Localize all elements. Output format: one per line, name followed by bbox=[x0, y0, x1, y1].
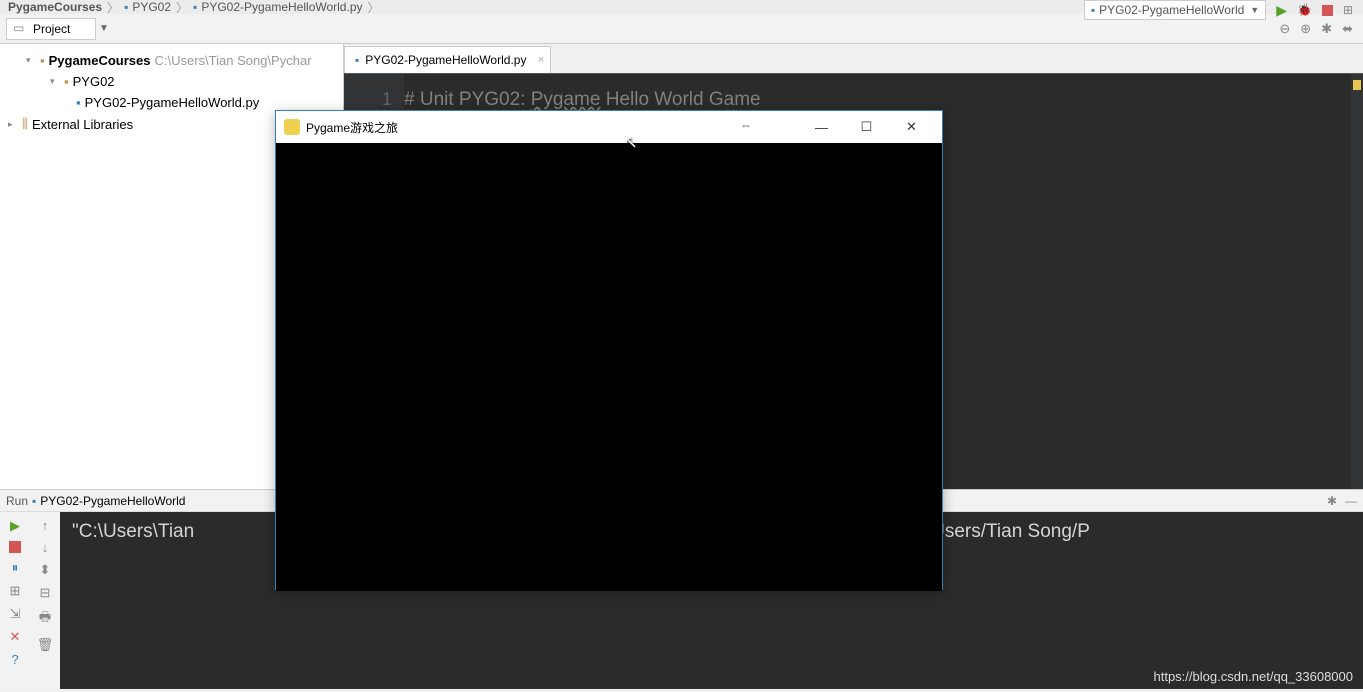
project-view-selector[interactable]: Project bbox=[6, 18, 96, 40]
help-icon[interactable]: ? bbox=[11, 652, 18, 667]
breadcrumb-bar: PygameCourses 〉 ▪ PYG02 〉 ▪ PYG02-Pygame… bbox=[0, 0, 1363, 14]
scroll-icon[interactable]: ⊟ bbox=[40, 585, 51, 601]
wrap-icon[interactable]: ⬍ bbox=[40, 562, 51, 578]
breadcrumb-sep: 〉 bbox=[176, 0, 188, 16]
breadcrumb-mid[interactable]: PYG02 bbox=[132, 0, 171, 14]
tree-project-root[interactable]: ▾ ▪ PygameCourses C:\Users\Tian Song\Pyc… bbox=[0, 50, 343, 71]
run-button-icon[interactable]: ▶ bbox=[1276, 2, 1287, 19]
rerun-icon[interactable]: ▶ bbox=[10, 518, 20, 534]
editor-marker-bar[interactable] bbox=[1351, 74, 1363, 489]
stop-button-icon[interactable] bbox=[1322, 5, 1333, 16]
run-config-dropdown[interactable]: ▪ PYG02-PygameHelloWorld ▼ bbox=[1084, 0, 1266, 20]
pygame-canvas[interactable] bbox=[276, 143, 942, 591]
debug-button-icon[interactable]: 🐞 bbox=[1297, 3, 1312, 17]
pin-icon[interactable]: ⇲ bbox=[10, 606, 21, 622]
expand-arrow-icon[interactable]: ▾ bbox=[26, 55, 36, 66]
expand-arrow-icon[interactable]: ▸ bbox=[8, 119, 18, 130]
python-file-icon: ▪ bbox=[355, 53, 359, 67]
python-file-icon: ▪ bbox=[193, 0, 197, 14]
breadcrumb-file[interactable]: PYG02-PygameHelloWorld.py bbox=[201, 0, 362, 14]
run-label: Run bbox=[6, 494, 28, 508]
run-gutter: ▶ ⏸ ⊞ ⇲ ✕ ? ↑ ↓ ⬍ ⊟ 🖶 🗑 bbox=[0, 512, 60, 689]
breadcrumb-sep: 〉 bbox=[107, 0, 119, 16]
project-folder-icon: ▪ bbox=[40, 53, 45, 68]
breadcrumb-sep: 〉 bbox=[368, 0, 380, 16]
tree-folder[interactable]: ▾ ▪ PYG02 bbox=[0, 71, 343, 92]
settings-gear-icon[interactable]: ✱ bbox=[1327, 494, 1337, 508]
trash-icon[interactable]: 🗑 bbox=[37, 637, 54, 653]
settings-gear-icon[interactable]: ✱ bbox=[1321, 21, 1332, 37]
collapse-icon[interactable]: ⊖ bbox=[1279, 21, 1290, 37]
folder-icon: ▪ bbox=[64, 74, 69, 89]
python-icon: ▪ bbox=[1091, 3, 1095, 17]
dropdown-arrow-icon: ▼ bbox=[1250, 5, 1259, 15]
editor-tab-label: PYG02-PygameHelloWorld.py bbox=[365, 53, 526, 67]
folder-icon: ▪ bbox=[124, 0, 128, 14]
breadcrumb-root[interactable]: PygameCourses bbox=[8, 0, 102, 14]
run-config-name: PYG02-PygameHelloWorld bbox=[1099, 3, 1244, 17]
tree-root-name: PygameCourses bbox=[49, 53, 151, 68]
tree-folder-name: PYG02 bbox=[73, 74, 115, 89]
search-icon[interactable]: ⊞ bbox=[1343, 3, 1353, 17]
dropdown-arrow-icon[interactable]: ▼ bbox=[96, 20, 112, 37]
pygame-app-window[interactable]: Pygame游戏之旅 — ☐ ✕ bbox=[275, 110, 943, 590]
pygame-titlebar[interactable]: Pygame游戏之旅 — ☐ ✕ bbox=[276, 111, 942, 143]
python-file-icon: ▪ bbox=[76, 95, 81, 110]
minimize-button[interactable]: — bbox=[799, 112, 844, 142]
tree-file-name: PYG02-PygameHelloWorld.py bbox=[85, 95, 260, 110]
tree-root-path: C:\Users\Tian Song\Pychar bbox=[155, 53, 312, 68]
warning-marker[interactable] bbox=[1353, 80, 1361, 90]
tree-ext-lib-label: External Libraries bbox=[32, 117, 133, 132]
close-tab-icon[interactable]: × bbox=[538, 54, 544, 66]
pygame-window-title: Pygame游戏之旅 bbox=[306, 119, 398, 136]
console-line: "C:\Users\Tian bbox=[72, 521, 194, 542]
dump-icon[interactable]: ⊞ bbox=[10, 583, 21, 599]
down-icon[interactable]: ↓ bbox=[42, 540, 49, 555]
pygame-app-icon bbox=[284, 119, 300, 135]
hide-icon[interactable]: ⬌ bbox=[1342, 21, 1353, 37]
run-config-label: PYG02-PygameHelloWorld bbox=[40, 494, 185, 508]
close-button[interactable]: ✕ bbox=[889, 112, 934, 142]
maximize-button[interactable]: ☐ bbox=[844, 112, 889, 142]
stop-icon[interactable] bbox=[9, 541, 21, 553]
python-icon: ▪ bbox=[32, 494, 36, 508]
close-icon[interactable]: ✕ bbox=[10, 629, 21, 645]
print-icon[interactable]: 🖶 bbox=[39, 608, 51, 630]
resize-grip-icon: ⇔ bbox=[740, 118, 752, 132]
up-icon[interactable]: ↑ bbox=[42, 518, 49, 533]
locate-icon[interactable]: ⊕ bbox=[1300, 21, 1311, 37]
editor-tabs: ▪ PYG02-PygameHelloWorld.py × bbox=[344, 44, 1363, 74]
hide-icon[interactable]: — bbox=[1345, 494, 1357, 508]
editor-tab[interactable]: ▪ PYG02-PygameHelloWorld.py × bbox=[344, 46, 551, 73]
libraries-icon: ⫼ bbox=[22, 116, 28, 132]
pause-icon[interactable]: ⏸ bbox=[12, 560, 19, 576]
expand-arrow-icon[interactable]: ▾ bbox=[50, 76, 60, 87]
